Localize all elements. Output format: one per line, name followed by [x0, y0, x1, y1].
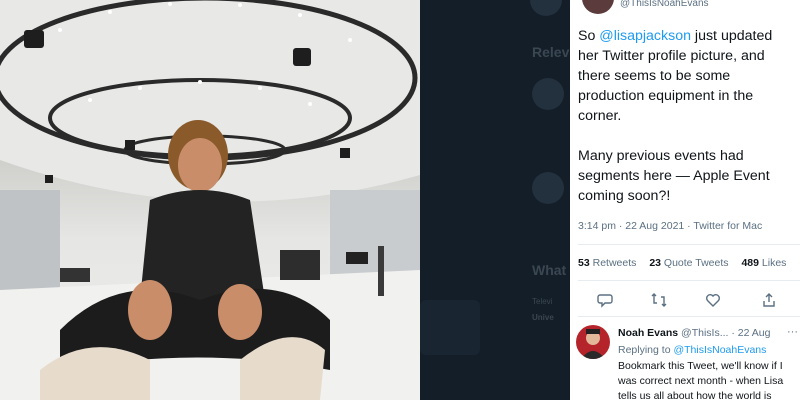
- likes-stat[interactable]: 489 Likes: [741, 257, 786, 269]
- dimmed-page-backdrop[interactable]: Relev What Televi Unive: [420, 0, 570, 400]
- replying-to: Replying to @ThisIsNoahEvans: [618, 344, 767, 356]
- author-avatar[interactable]: [582, 0, 614, 14]
- mention-link[interactable]: @lisapjackson: [599, 28, 691, 44]
- ghost-avatar: [530, 0, 562, 16]
- reply-date[interactable]: · 22 Aug: [731, 327, 770, 339]
- tweet-actions: [578, 286, 800, 312]
- reply-icon[interactable]: [594, 289, 616, 311]
- like-icon[interactable]: [702, 289, 724, 311]
- tweet-detail-panel: @ThisIsNoahEvans So @lisapjackson just u…: [570, 0, 800, 400]
- tweet-media-photo[interactable]: [0, 0, 420, 400]
- tweet-text-paragraph-2: Many previous events had segments here —…: [578, 148, 770, 204]
- ghost-trend-line: Unive: [532, 313, 554, 322]
- share-icon[interactable]: [758, 289, 780, 311]
- retweet-icon[interactable]: [648, 289, 670, 311]
- tweet-text-prefix: So: [578, 28, 600, 44]
- reply-author-handle[interactable]: @ThisIs...: [681, 327, 728, 339]
- author-handle[interactable]: @ThisIsNoahEvans: [620, 0, 709, 9]
- reply-header: Noah Evans @ThisIs... · 22 Aug: [618, 327, 771, 339]
- divider: [578, 244, 800, 245]
- ghost-trend-line: Televi: [532, 297, 553, 306]
- divider: [578, 280, 800, 281]
- tweet-timestamp[interactable]: 3:14 pm · 22 Aug 2021 · Twitter for Mac: [578, 220, 762, 232]
- ghost-relevant-heading: Relev: [532, 44, 570, 60]
- photo-woman-sitting-under-ceiling-lights: [0, 0, 420, 400]
- reply-author-avatar[interactable]: [576, 325, 610, 359]
- divider: [578, 316, 800, 317]
- retweets-stat[interactable]: 53 Retweets: [578, 257, 636, 269]
- more-options-icon[interactable]: ···: [787, 326, 798, 338]
- tweet-stats: 53 Retweets 23 Quote Tweets 489 Likes: [578, 257, 796, 269]
- ghost-whats-happening-heading: What: [532, 262, 567, 278]
- reply-author-name[interactable]: Noah Evans: [618, 327, 678, 339]
- quote-tweets-stat[interactable]: 23 Quote Tweets: [649, 257, 728, 269]
- reply-text: Bookmark this Tweet, we'll know if I was…: [618, 360, 784, 400]
- ghost-avatar: [532, 172, 564, 204]
- ghost-avatar: [532, 78, 564, 110]
- replying-to-link[interactable]: @ThisIsNoahEvans: [673, 344, 766, 356]
- ghost-card: [420, 300, 480, 355]
- tweet-text: So @lisapjackson just updated her Twitte…: [578, 26, 796, 206]
